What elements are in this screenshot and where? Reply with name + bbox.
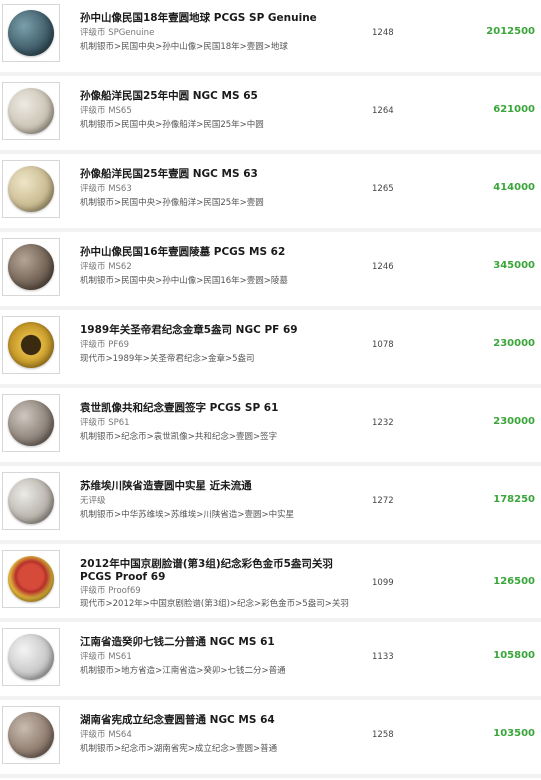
silver-coin-icon <box>8 88 54 134</box>
hammer-price: 230000 <box>493 338 535 349</box>
item-title[interactable]: 苏维埃川陕省造壹圆中实星 近未流通 <box>80 480 360 493</box>
list-item[interactable]: 孙中山像民国18年壹圆地球 PCGS SP Genuine 评级币 SPGenu… <box>0 0 541 76</box>
hammer-price: 414000 <box>493 182 535 193</box>
list-item[interactable]: 孙像船洋民国25年壹圆 NGC MS 63 评级币 MS63 机制银币>民国中央… <box>0 156 541 232</box>
silver-coin-icon <box>8 712 54 758</box>
coin-thumbnail[interactable] <box>2 238 60 296</box>
item-grade: 评级币 Proof69 <box>80 586 141 596</box>
item-category-path[interactable]: 机制银币>纪念币>湖南省宪>成立纪念>壹圆>普通 <box>80 744 277 755</box>
silver-coin-icon <box>8 244 54 290</box>
item-title[interactable]: 湖南省宪成立纪念壹圆普通 NGC MS 64 <box>80 714 360 727</box>
item-category-path[interactable]: 机制银币>中华苏维埃>苏维埃>川陕省造>壹圆>中实星 <box>80 510 294 521</box>
silver-coin-icon <box>8 634 54 680</box>
gold-coin-icon <box>8 556 54 602</box>
item-title[interactable]: 1989年关圣帝君纪念金章5盎司 NGC PF 69 <box>80 324 360 337</box>
item-grade: 评级币 MS64 <box>80 730 132 740</box>
item-grade: 评级币 MS62 <box>80 262 132 272</box>
item-category-path[interactable]: 机制银币>地方省造>江南省造>癸卯>七钱二分>普通 <box>80 666 286 677</box>
item-grade: 评级币 MS65 <box>80 106 132 116</box>
list-item[interactable]: 1989年关圣帝君纪念金章5盎司 NGC PF 69 评级币 PF69 现代币>… <box>0 312 541 388</box>
list-item[interactable]: 2012年中国京剧脸谱(第3组)纪念彩色金币5盎司关羽 PCGS Proof 6… <box>0 546 541 622</box>
silver-coin-icon <box>8 10 54 56</box>
item-category-path[interactable]: 现代币>2012年>中国京剧脸谱(第3组)>纪念>彩色金币>5盎司>关羽 <box>80 599 349 610</box>
coin-thumbnail[interactable] <box>2 706 60 764</box>
hammer-price: 103500 <box>493 728 535 739</box>
lot-number: 1099 <box>372 578 394 588</box>
item-title[interactable]: 2012年中国京剧脸谱(第3组)纪念彩色金币5盎司关羽 PCGS Proof 6… <box>80 558 360 584</box>
coin-thumbnail[interactable] <box>2 82 60 140</box>
coin-thumbnail[interactable] <box>2 160 60 218</box>
lot-number: 1265 <box>372 184 394 194</box>
coin-thumbnail[interactable] <box>2 316 60 374</box>
item-grade: 评级币 SP61 <box>80 418 130 428</box>
item-grade: 评级币 PF69 <box>80 340 130 350</box>
item-category-path[interactable]: 现代币>1989年>关圣帝君纪念>金章>5盎司 <box>80 354 255 365</box>
item-grade: 评级币 MS63 <box>80 184 132 194</box>
auction-results-list: 孙中山像民国18年壹圆地球 PCGS SP Genuine 评级币 SPGenu… <box>0 0 541 778</box>
lot-number: 1232 <box>372 418 394 428</box>
item-title[interactable]: 江南省造癸卯七钱二分普通 NGC MS 61 <box>80 636 360 649</box>
list-item[interactable]: 孙中山像民国16年壹圆陵墓 PCGS MS 62 评级币 MS62 机制银币>民… <box>0 234 541 310</box>
item-title[interactable]: 袁世凯像共和纪念壹圆签字 PCGS SP 61 <box>80 402 360 415</box>
lot-number: 1078 <box>372 340 394 350</box>
list-item[interactable]: 孙像船洋民国25年中圆 NGC MS 65 评级币 MS65 机制银币>民国中央… <box>0 78 541 154</box>
coin-thumbnail[interactable] <box>2 472 60 530</box>
lot-number: 1272 <box>372 496 394 506</box>
item-category-path[interactable]: 机制银币>民国中央>孙像船洋>民国25年>壹圆 <box>80 198 264 209</box>
item-category-path[interactable]: 机制银币>民国中央>孙中山像>民国16年>壹圆>陵墓 <box>80 276 288 287</box>
item-title[interactable]: 孙像船洋民国25年中圆 NGC MS 65 <box>80 90 360 103</box>
item-title[interactable]: 孙中山像民国16年壹圆陵墓 PCGS MS 62 <box>80 246 360 259</box>
list-item[interactable]: 袁世凯像共和纪念壹圆签字 PCGS SP 61 评级币 SP61 机制银币>纪念… <box>0 390 541 466</box>
coin-thumbnail[interactable] <box>2 550 60 608</box>
silver-coin-icon <box>8 166 54 212</box>
lot-number: 1258 <box>372 730 394 740</box>
item-grade: 评级币 MS61 <box>80 652 132 662</box>
lot-number: 1264 <box>372 106 394 116</box>
coin-thumbnail[interactable] <box>2 394 60 452</box>
lot-number: 1248 <box>372 28 394 38</box>
lot-number: 1246 <box>372 262 394 272</box>
hammer-price: 2012500 <box>486 26 535 37</box>
item-category-path[interactable]: 机制银币>纪念币>袁世凯像>共和纪念>壹圆>签字 <box>80 432 277 443</box>
list-item[interactable]: 湖南省宪成立纪念壹圆普通 NGC MS 64 评级币 MS64 机制银币>纪念币… <box>0 702 541 778</box>
hammer-price: 345000 <box>493 260 535 271</box>
silver-coin-icon <box>8 478 54 524</box>
hammer-price: 126500 <box>493 576 535 587</box>
lot-number: 1133 <box>372 652 394 662</box>
item-grade: 评级币 SPGenuine <box>80 28 155 38</box>
coin-thumbnail[interactable] <box>2 628 60 686</box>
item-category-path[interactable]: 机制银币>民国中央>孙中山像>民国18年>壹圆>地球 <box>80 42 288 53</box>
coin-thumbnail[interactable] <box>2 4 60 62</box>
gold-coin-icon <box>8 322 54 368</box>
item-title[interactable]: 孙中山像民国18年壹圆地球 PCGS SP Genuine <box>80 12 360 25</box>
item-grade: 无评级 <box>80 496 106 506</box>
list-item[interactable]: 江南省造癸卯七钱二分普通 NGC MS 61 评级币 MS61 机制银币>地方省… <box>0 624 541 700</box>
item-category-path[interactable]: 机制银币>民国中央>孙像船洋>民国25年>中圆 <box>80 120 264 131</box>
hammer-price: 621000 <box>493 104 535 115</box>
silver-coin-icon <box>8 400 54 446</box>
hammer-price: 105800 <box>493 650 535 661</box>
hammer-price: 230000 <box>493 416 535 427</box>
hammer-price: 178250 <box>493 494 535 505</box>
item-title[interactable]: 孙像船洋民国25年壹圆 NGC MS 63 <box>80 168 360 181</box>
list-item[interactable]: 苏维埃川陕省造壹圆中实星 近未流通 无评级 机制银币>中华苏维埃>苏维埃>川陕省… <box>0 468 541 544</box>
